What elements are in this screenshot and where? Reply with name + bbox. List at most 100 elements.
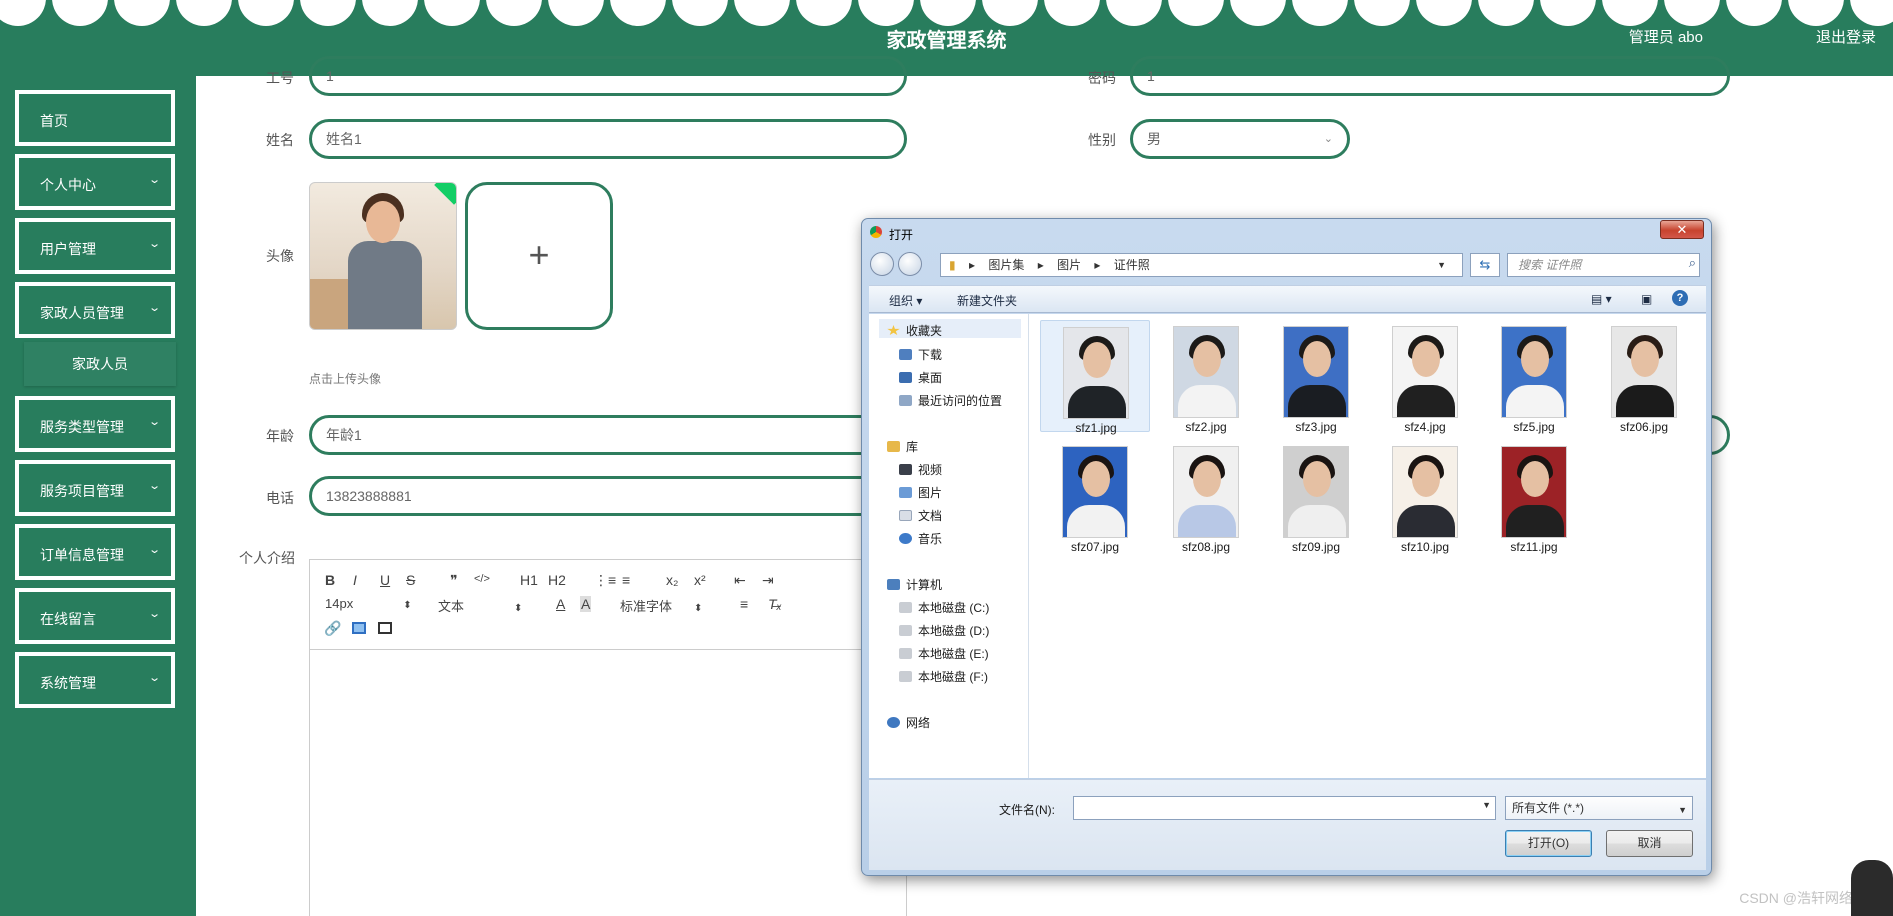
file-type-filter-value: 所有文件 (*.*) — [1512, 801, 1585, 815]
gonghao-input[interactable]: 1 — [309, 56, 907, 96]
phone-input[interactable]: 13823888881 — [309, 476, 907, 516]
image-icon[interactable] — [352, 622, 366, 634]
open-button[interactable]: 打开(O) — [1505, 830, 1592, 857]
nav-drive-c[interactable]: 本地磁盘 (C:) — [899, 599, 989, 616]
breadcrumb-item[interactable]: 图片集 — [988, 258, 1024, 272]
sidebar-item-order-info[interactable]: 订单信息管理 ⌄ — [15, 524, 175, 580]
mascot-cat-image — [1851, 860, 1893, 916]
sidebar-subitem-housekeeper[interactable]: 家政人员 — [24, 342, 176, 386]
dialog-search-input[interactable]: 搜索 证件照 — [1507, 253, 1700, 277]
nav-label: 文档 — [918, 509, 943, 523]
clear-format-button[interactable]: T̶ₓ — [768, 596, 782, 612]
nav-music[interactable]: 音乐 — [899, 530, 942, 547]
font-family-select[interactable]: 标准字体 ⬍ — [620, 596, 702, 615]
outdent-button[interactable]: ⇤ — [734, 572, 746, 589]
ordered-list-button[interactable]: ⋮≡ — [594, 572, 616, 589]
organize-button[interactable]: 组织 ▾ — [889, 292, 922, 309]
file-thumbnail[interactable]: sfz2.jpg — [1151, 320, 1261, 434]
chevron-down-icon: ⌄ — [147, 480, 161, 492]
new-folder-button[interactable]: 新建文件夹 — [957, 292, 1017, 309]
sidebar-item-service-type[interactable]: 服务类型管理 ⌄ — [15, 396, 175, 452]
mima-input[interactable]: 1 — [1130, 56, 1730, 96]
nav-pictures[interactable]: 图片 — [899, 484, 942, 501]
subscript-button[interactable]: x₂ — [666, 572, 678, 588]
file-thumbnail[interactable]: sfz11.jpg — [1479, 440, 1589, 554]
heading1-button[interactable]: H1 — [520, 572, 538, 588]
breadcrumb-item[interactable]: 图片 — [1057, 258, 1081, 272]
nav-computer[interactable]: 计算机 — [887, 576, 942, 593]
breadcrumb-item[interactable]: 证件照 — [1114, 258, 1150, 272]
bullet-list-button[interactable]: ≡ — [622, 572, 630, 588]
back-button[interactable] — [870, 252, 894, 276]
sidebar-item-label: 订单信息管理 — [40, 547, 124, 563]
updown-icon: ⬍ — [403, 600, 412, 611]
text-style-select[interactable]: 文本 ⬍ — [438, 596, 522, 615]
file-thumbnail[interactable]: sfz4.jpg — [1370, 320, 1480, 434]
file-thumbnail[interactable]: sfz5.jpg — [1479, 320, 1589, 434]
code-block-button[interactable]: </> — [474, 573, 490, 585]
video-icon[interactable] — [378, 622, 392, 634]
file-thumbnail[interactable]: sfz09.jpg — [1261, 440, 1371, 554]
nav-drive-d[interactable]: 本地磁盘 (D:) — [899, 622, 989, 639]
refresh-button[interactable]: ⇆ — [1470, 253, 1500, 277]
font-size-select[interactable]: 14px ⬍ — [325, 596, 412, 611]
nav-drive-e[interactable]: 本地磁盘 (E:) — [899, 645, 989, 662]
italic-button[interactable]: I — [353, 572, 357, 588]
indent-button[interactable]: ⇥ — [762, 572, 774, 589]
help-icon[interactable]: ? — [1672, 290, 1688, 306]
file-thumbnail[interactable]: sfz08.jpg — [1151, 440, 1261, 554]
font-color-button[interactable]: A — [556, 596, 565, 612]
sidebar-item-service-project[interactable]: 服务项目管理 ⌄ — [15, 460, 175, 516]
cancel-button[interactable]: 取消 — [1606, 830, 1693, 857]
bold-button[interactable]: B — [325, 572, 335, 588]
forward-button[interactable] — [898, 252, 922, 276]
nav-favorites[interactable]: 收藏夹 — [879, 319, 1021, 338]
file-thumbnail[interactable]: sfz10.jpg — [1370, 440, 1480, 554]
nav-recent-places[interactable]: 最近访问的位置 — [899, 392, 1002, 409]
gender-select[interactable]: 男 ⌄ — [1130, 119, 1350, 159]
sidebar-item-home[interactable]: 首页 — [15, 90, 175, 146]
nav-documents[interactable]: 文档 — [899, 507, 942, 524]
sidebar-item-housekeeper-management[interactable]: 家政人员管理 ⌄ — [15, 282, 175, 338]
chevron-down-icon[interactable]: ▼ — [1437, 254, 1446, 276]
nav-downloads[interactable]: 下载 — [899, 346, 942, 363]
filename-input[interactable]: ▼ — [1073, 796, 1496, 820]
blockquote-button[interactable]: ❞ — [450, 572, 458, 589]
sidebar-item-online-message[interactable]: 在线留言 ⌄ — [15, 588, 175, 644]
background-color-button[interactable]: A — [580, 596, 592, 612]
scallop-shape — [1602, 0, 1658, 26]
breadcrumb[interactable]: ▮ ▸ 图片集 ▸ 图片 ▸ 证件照 ▼ — [940, 253, 1463, 277]
preview-pane-icon[interactable]: ▣ — [1641, 292, 1652, 306]
file-type-filter[interactable]: 所有文件 (*.*) ▼ — [1505, 796, 1693, 820]
nav-videos[interactable]: 视频 — [899, 461, 942, 478]
link-icon[interactable]: 🔗 — [324, 620, 341, 637]
photo-body — [1288, 505, 1346, 537]
strike-button[interactable]: S — [406, 572, 415, 588]
drive-icon — [899, 602, 912, 613]
sidebar-item-personal-center[interactable]: 个人中心 ⌄ — [15, 154, 175, 210]
dialog-close-button[interactable]: ✕ — [1660, 220, 1704, 239]
file-thumbnail[interactable]: sfz1.jpg — [1040, 320, 1150, 435]
sidebar-item-user-management[interactable]: 用户管理 ⌄ — [15, 218, 175, 274]
dialog-titlebar[interactable]: 打开 ✕ — [862, 219, 1711, 247]
id-photo-image — [1173, 326, 1239, 418]
superscript-button[interactable]: x² — [694, 572, 706, 588]
rich-text-editor[interactable]: B I U S ❞ </> H1 H2 ⋮≡ ≡ x₂ x² ⇤ ⇥ 14px ⬍… — [309, 559, 907, 916]
name-input[interactable]: 姓名1 — [309, 119, 907, 159]
logout-link[interactable]: 退出登录 — [1816, 26, 1876, 47]
file-thumbnail[interactable]: sfz07.jpg — [1040, 440, 1150, 554]
sidebar-item-system-management[interactable]: 系统管理 ⌄ — [15, 652, 175, 708]
nav-network[interactable]: 网络 — [887, 714, 930, 731]
file-thumbnail[interactable]: sfz3.jpg — [1261, 320, 1371, 434]
heading2-button[interactable]: H2 — [548, 572, 566, 588]
avatar-preview[interactable] — [309, 182, 457, 330]
align-button[interactable]: ≡ — [740, 596, 748, 612]
underline-button[interactable]: U — [380, 572, 390, 588]
view-options-icon[interactable]: ▤ ▾ — [1591, 292, 1612, 306]
nav-desktop[interactable]: 桌面 — [899, 369, 942, 386]
nav-drive-f[interactable]: 本地磁盘 (F:) — [899, 668, 988, 685]
file-thumbnail[interactable]: sfz06.jpg — [1589, 320, 1699, 434]
upload-add-button[interactable]: + — [465, 182, 613, 330]
chevron-down-icon[interactable]: ▼ — [1482, 800, 1491, 810]
nav-library[interactable]: 库 — [887, 438, 918, 455]
